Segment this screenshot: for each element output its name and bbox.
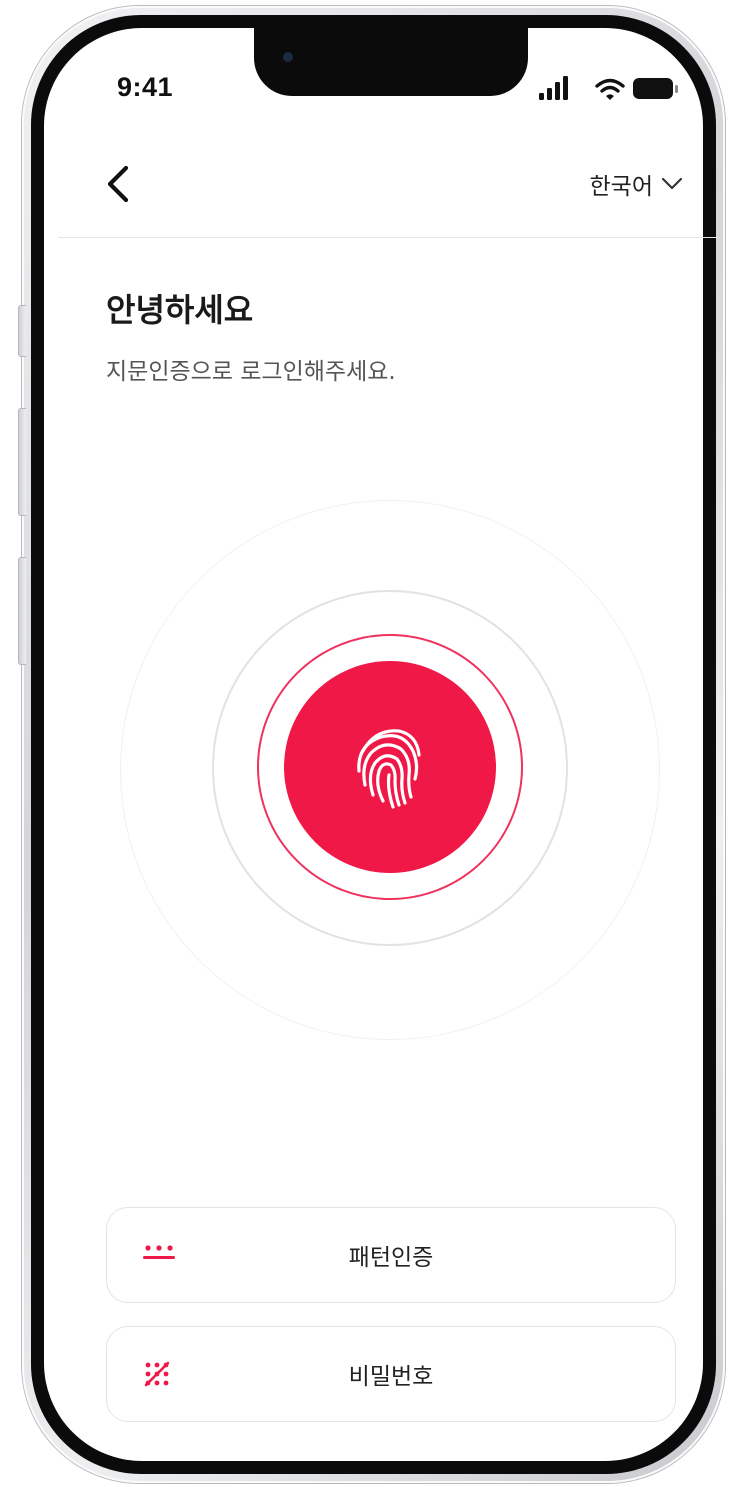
device-notch [254, 26, 528, 96]
battery-icon [633, 78, 678, 99]
device-volume-up-button [18, 408, 26, 516]
wifi-icon [595, 78, 625, 100]
fingerprint-button[interactable] [284, 661, 496, 873]
back-chevron-icon[interactable] [100, 162, 140, 206]
front-camera [283, 52, 293, 62]
password-auth-button[interactable]: 비밀번호 [106, 1326, 676, 1422]
pattern-auth-label: 패턴인증 [348, 1245, 434, 1271]
language-label: 한국어 [589, 174, 653, 200]
language-selector[interactable]: 한국어 [590, 167, 683, 201]
pattern-auth-button[interactable]: 패턴인증 [106, 1207, 676, 1303]
instruction-text: 지문인증으로 로그인해주세요. [106, 359, 396, 385]
header-divider [58, 237, 718, 238]
device-silent-switch [18, 305, 26, 357]
chevron-down-icon [661, 177, 683, 190]
signal-icon [539, 76, 568, 100]
status-icons [539, 76, 678, 100]
fingerprint-icon [357, 729, 421, 809]
status-time: 9:41 [117, 72, 174, 102]
page-title: 안녕하세요 [106, 291, 254, 329]
device-volume-down-button [18, 557, 26, 665]
password-auth-label: 비밀번호 [348, 1364, 434, 1390]
